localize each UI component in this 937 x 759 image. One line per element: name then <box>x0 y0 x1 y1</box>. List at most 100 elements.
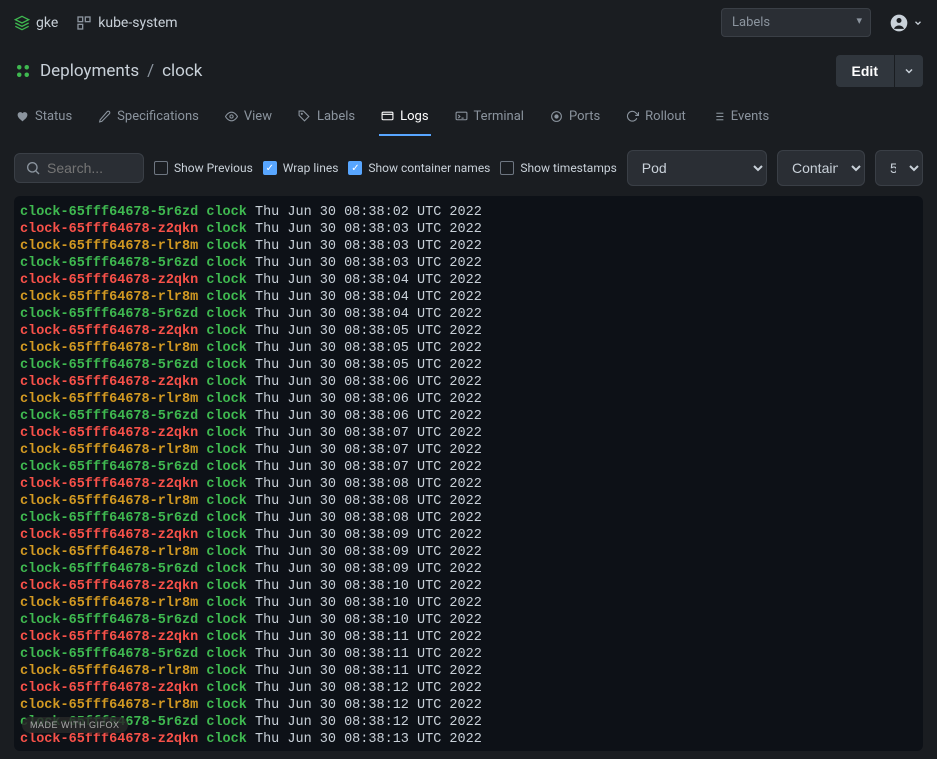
status-icon <box>16 110 29 123</box>
log-line: clock-65fff64678-5r6zd clock Thu Jun 30 … <box>20 459 917 476</box>
log-line: clock-65fff64678-rlr8m clock Thu Jun 30 … <box>20 238 917 255</box>
log-line: clock-65fff64678-5r6zd clock Thu Jun 30 … <box>20 612 917 629</box>
terminal-icon <box>455 110 468 123</box>
tab-label: Specifications <box>117 109 199 124</box>
log-line: clock-65fff64678-rlr8m clock Thu Jun 30 … <box>20 663 917 680</box>
tab-label: Events <box>731 109 769 124</box>
checkbox-box <box>154 161 168 175</box>
log-line: clock-65fff64678-rlr8m clock Thu Jun 30 … <box>20 289 917 306</box>
rollout-icon <box>626 110 639 123</box>
log-pane[interactable]: clock-65fff64678-5r6zd clock Thu Jun 30 … <box>14 196 923 751</box>
events-icon <box>712 110 725 123</box>
edit-dropdown-toggle[interactable] <box>894 55 923 87</box>
view-icon <box>225 110 238 123</box>
tab-label: Logs <box>400 109 428 124</box>
log-line: clock-65fff64678-z2qkn clock Thu Jun 30 … <box>20 323 917 340</box>
watermark: MADE WITH GIFOX <box>22 717 128 733</box>
tab-logs[interactable]: Logs <box>379 101 430 136</box>
namespace-name: kube-system <box>98 15 177 31</box>
container-select[interactable]: Container <box>777 150 865 186</box>
log-line: clock-65fff64678-z2qkn clock Thu Jun 30 … <box>20 425 917 442</box>
log-line: clock-65fff64678-rlr8m clock Thu Jun 30 … <box>20 340 917 357</box>
checkbox-label: Wrap lines <box>283 161 339 175</box>
edit-button-group: Edit <box>836 55 923 87</box>
log-line: clock-65fff64678-z2qkn clock Thu Jun 30 … <box>20 527 917 544</box>
tab-terminal[interactable]: Terminal <box>453 101 526 136</box>
show-timestamps-checkbox[interactable]: Show timestamps <box>500 161 616 175</box>
log-line: clock-65fff64678-rlr8m clock Thu Jun 30 … <box>20 391 917 408</box>
breadcrumb-current: clock <box>162 61 202 81</box>
tab-labels[interactable]: Labels <box>296 101 357 136</box>
checkbox-box: ✓ <box>348 161 362 175</box>
user-circle-icon <box>889 13 909 33</box>
search-input[interactable] <box>47 160 133 176</box>
tab-specifications[interactable]: Specifications <box>96 101 201 136</box>
show-container-names-checkbox[interactable]: ✓ Show container names <box>348 161 490 175</box>
log-line: clock-65fff64678-z2qkn clock Thu Jun 30 … <box>20 578 917 595</box>
labels-icon <box>298 110 311 123</box>
ports-icon <box>550 110 563 123</box>
breadcrumb-section[interactable]: Deployments <box>40 61 139 81</box>
topbar: gke kube-system Labels <box>0 0 937 45</box>
log-line: clock-65fff64678-rlr8m clock Thu Jun 30 … <box>20 544 917 561</box>
labels-placeholder: Labels <box>732 15 770 30</box>
checkbox-box: ✓ <box>263 161 277 175</box>
chevron-down-icon <box>913 18 923 28</box>
log-line: clock-65fff64678-5r6zd clock Thu Jun 30 … <box>20 646 917 663</box>
log-line: clock-65fff64678-z2qkn clock Thu Jun 30 … <box>20 476 917 493</box>
tab-view[interactable]: View <box>223 101 274 136</box>
log-line: clock-65fff64678-5r6zd clock Thu Jun 30 … <box>20 204 917 221</box>
tab-rollout[interactable]: Rollout <box>624 101 688 136</box>
wrap-lines-checkbox[interactable]: ✓ Wrap lines <box>263 161 339 175</box>
labels-filter-dropdown[interactable]: Labels <box>721 8 871 37</box>
tab-label: Ports <box>569 109 600 124</box>
log-line: clock-65fff64678-z2qkn clock Thu Jun 30 … <box>20 221 917 238</box>
pod-select[interactable]: Pod <box>627 150 767 186</box>
log-line: clock-65fff64678-5r6zd clock Thu Jun 30 … <box>20 357 917 374</box>
cluster-name: gke <box>36 15 58 31</box>
log-line: clock-65fff64678-z2qkn clock Thu Jun 30 … <box>20 374 917 391</box>
chevron-down-icon <box>903 65 915 77</box>
checkbox-label: Show Previous <box>174 161 253 175</box>
log-line: clock-65fff64678-z2qkn clock Thu Jun 30 … <box>20 731 917 748</box>
tab-label: Terminal <box>474 109 524 124</box>
checkbox-box <box>500 161 514 175</box>
deployments-icon <box>14 62 32 80</box>
log-line: clock-65fff64678-5r6zd clock Thu Jun 30 … <box>20 306 917 323</box>
log-line: clock-65fff64678-z2qkn clock Thu Jun 30 … <box>20 629 917 646</box>
log-line: clock-65fff64678-rlr8m clock Thu Jun 30 … <box>20 493 917 510</box>
tab-events[interactable]: Events <box>710 101 771 136</box>
log-line: clock-65fff64678-z2qkn clock Thu Jun 30 … <box>20 272 917 289</box>
refresh-interval-select[interactable]: 5s <box>875 150 923 186</box>
search-icon <box>25 160 41 176</box>
logs-icon <box>381 110 394 123</box>
search-box[interactable] <box>14 153 144 183</box>
log-line: clock-65fff64678-5r6zd clock Thu Jun 30 … <box>20 408 917 425</box>
show-previous-checkbox[interactable]: Show Previous <box>154 161 253 175</box>
namespace-icon <box>76 15 92 31</box>
breadcrumb: Deployments / clock <box>14 61 202 81</box>
namespace-context[interactable]: kube-system <box>76 15 177 31</box>
cluster-context[interactable]: gke <box>14 15 58 31</box>
specifications-icon <box>98 110 111 123</box>
log-line: clock-65fff64678-5r6zd clock Thu Jun 30 … <box>20 255 917 272</box>
log-controls: Show Previous ✓ Wrap lines ✓ Show contai… <box>0 136 937 196</box>
user-menu[interactable] <box>889 13 923 33</box>
breadcrumb-separator: / <box>147 61 154 81</box>
tab-ports[interactable]: Ports <box>548 101 602 136</box>
breadcrumb-row: Deployments / clock Edit <box>0 45 937 101</box>
edit-button[interactable]: Edit <box>836 55 894 87</box>
tab-label: Rollout <box>645 109 686 124</box>
log-line: clock-65fff64678-rlr8m clock Thu Jun 30 … <box>20 595 917 612</box>
checkbox-label: Show timestamps <box>520 161 616 175</box>
checkbox-label: Show container names <box>368 161 490 175</box>
tab-label: Status <box>35 109 72 124</box>
tab-status[interactable]: Status <box>14 101 74 136</box>
tab-label: Labels <box>317 109 355 124</box>
log-line: clock-65fff64678-rlr8m clock Thu Jun 30 … <box>20 697 917 714</box>
tabs: Status Specifications View Labels Logs Termin… <box>0 101 937 136</box>
log-line: clock-65fff64678-5r6zd clock Thu Jun 30 … <box>20 561 917 578</box>
layers-icon <box>14 15 30 31</box>
log-line: clock-65fff64678-z2qkn clock Thu Jun 30 … <box>20 680 917 697</box>
log-line: clock-65fff64678-rlr8m clock Thu Jun 30 … <box>20 442 917 459</box>
